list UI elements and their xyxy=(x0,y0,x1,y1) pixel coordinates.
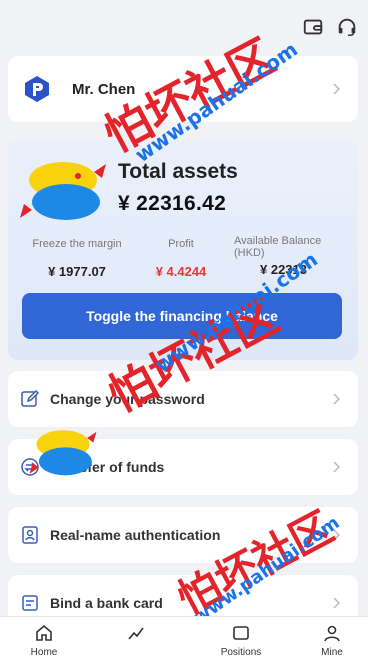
menu-item-label: Real-name authentication xyxy=(50,527,221,543)
user-profile-card[interactable]: Mr. Chen xyxy=(8,56,358,122)
tab-home[interactable]: Home xyxy=(8,623,80,658)
total-assets-value: ¥ 22316.42 xyxy=(118,192,227,215)
menu-item-label: Change your password xyxy=(50,391,205,407)
market-icon xyxy=(100,623,172,643)
headset-icon[interactable] xyxy=(336,16,358,38)
toggle-financing-balance-button[interactable]: Toggle the financing balance xyxy=(22,293,342,339)
tab-market[interactable] xyxy=(100,623,172,647)
stat-label: Profit xyxy=(168,238,194,250)
stat-value: ¥ 22313 xyxy=(260,262,307,277)
chevron-right-icon xyxy=(328,527,344,543)
menu-item-change-password[interactable]: Change your password xyxy=(8,371,358,427)
app-logo-icon xyxy=(22,74,52,104)
stat-profit: Profit ¥ 4.4244 xyxy=(136,238,226,279)
stat-value: ¥ 4.4244 xyxy=(155,264,207,279)
user-name: Mr. Chen xyxy=(72,80,136,98)
tab-label: Home xyxy=(30,647,58,658)
transfer-icon xyxy=(20,457,40,477)
bank-card-icon xyxy=(20,593,40,613)
home-icon xyxy=(8,623,80,643)
stat-label: Freeze the margin xyxy=(32,238,122,250)
chevron-right-icon xyxy=(328,459,344,475)
id-card-icon xyxy=(20,525,40,545)
tab-positions[interactable]: Positions xyxy=(205,623,277,658)
top-bar xyxy=(0,0,368,52)
tab-label: Mine xyxy=(321,647,343,658)
assets-card: Total assets ¥ 22316.42 Freeze the margi… xyxy=(8,140,358,360)
menu-item-transfer-funds[interactable]: Transfer of funds xyxy=(8,439,358,495)
menu-item-label: Bind a bank card xyxy=(50,595,163,611)
edit-icon xyxy=(20,389,40,409)
stat-available-balance: Available Balance (HKD) ¥ 22313 xyxy=(234,235,344,277)
total-assets-title: Total assets xyxy=(118,160,238,183)
stat-value: ¥ 1977.07 xyxy=(48,264,106,279)
stat-freeze-margin: Freeze the margin ¥ 1977.07 xyxy=(22,238,132,279)
menu-item-label: Transfer of funds xyxy=(50,459,165,475)
chevron-right-icon xyxy=(328,595,344,611)
chevron-right-icon xyxy=(328,81,344,97)
wallet-icon[interactable] xyxy=(302,16,324,38)
tab-mine[interactable]: Mine xyxy=(296,623,368,658)
positions-icon xyxy=(205,623,277,643)
stat-label: Available Balance (HKD) xyxy=(234,235,322,259)
menu-item-real-name-authentication[interactable]: Real-name authentication xyxy=(8,507,358,563)
chevron-right-icon xyxy=(328,391,344,407)
user-icon xyxy=(296,623,368,643)
bottom-tab-bar: Home Positions Mine xyxy=(0,616,368,664)
tab-label: Positions xyxy=(220,647,262,658)
